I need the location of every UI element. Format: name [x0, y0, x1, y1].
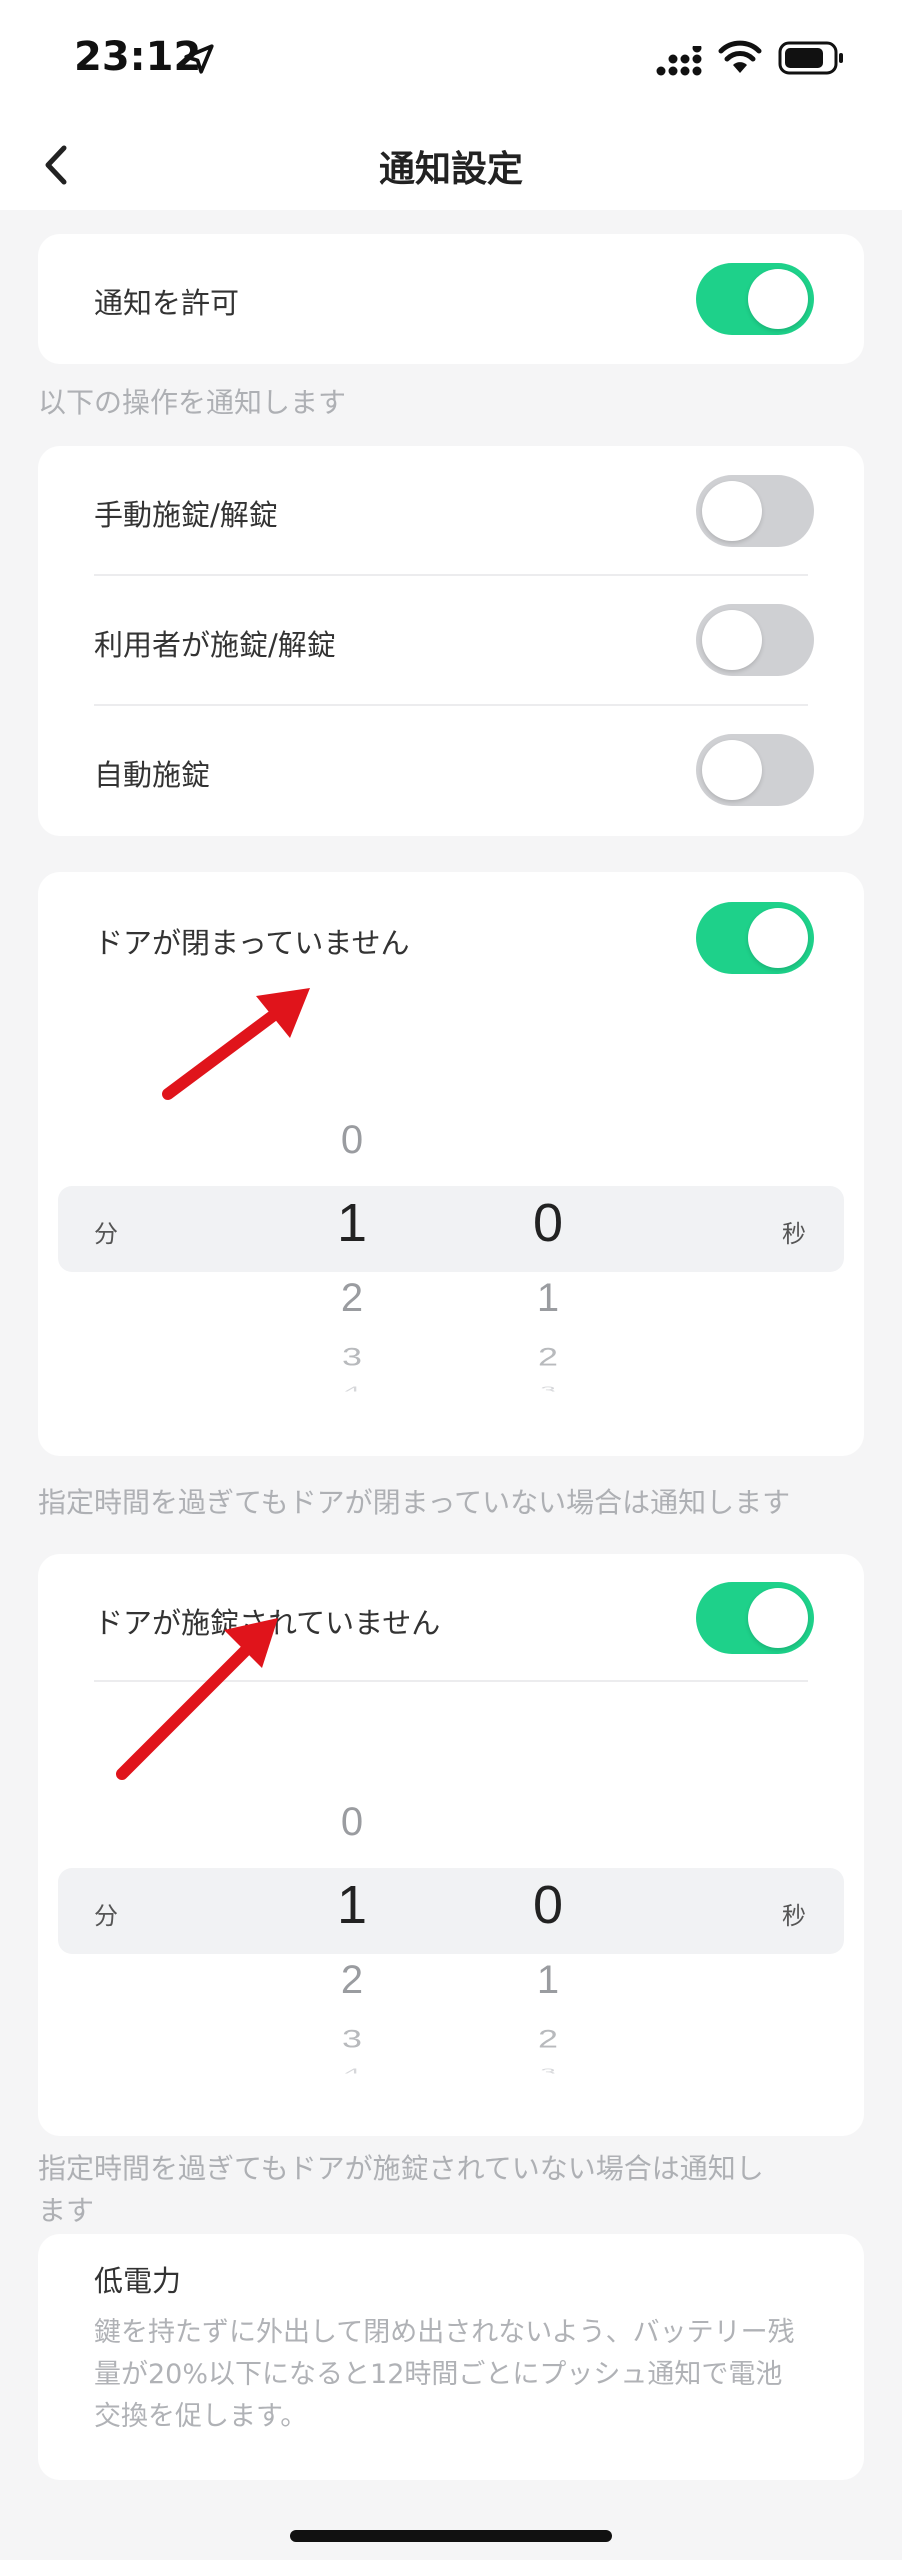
- minute-selected[interactable]: 1: [312, 1874, 392, 1936]
- second-selected[interactable]: 0: [508, 1874, 588, 1936]
- allow-notifications-label: 通知を許可: [94, 286, 240, 320]
- status-bar: 23:12: [0, 0, 902, 120]
- toggle-knob: [748, 269, 808, 329]
- second-unit-label: 秒: [782, 1902, 806, 1930]
- battery-icon: [778, 41, 843, 75]
- red-arrow-annotation-icon: [162, 988, 310, 1100]
- low-battery-card: 低電力 鍵を持たずに外出して閉め出されないよう、バッテリー残量が20%以下になる…: [38, 2234, 864, 2480]
- minute-option[interactable]: 2: [312, 1958, 392, 2003]
- time-picker-selection-band: [58, 1186, 844, 1272]
- toggle-knob: [702, 481, 762, 541]
- toggle-knob: [748, 1588, 808, 1648]
- toggle-knob: [702, 610, 762, 670]
- door-open-card: ドアが閉まっていません 分 秒 0 1 2 3 4 0 1 2 3: [38, 872, 864, 1456]
- row-divider: [94, 574, 808, 576]
- toggle-knob: [702, 740, 762, 800]
- operations-section-header: 以下の操作を通知します: [38, 386, 347, 419]
- toggle-knob: [748, 908, 808, 968]
- second-option[interactable]: 3: [508, 2067, 588, 2074]
- second-option[interactable]: 3: [508, 1385, 588, 1392]
- page-title: 通知設定: [378, 149, 523, 190]
- door-unlocked-toggle[interactable]: [696, 1582, 814, 1654]
- user-lock-label: 利用者が施錠/解錠: [94, 628, 336, 662]
- minute-option[interactable]: 0: [312, 1800, 392, 1845]
- door-open-label: ドアが閉まっていません: [94, 926, 410, 960]
- wifi-icon: [718, 40, 762, 73]
- user-lock-toggle[interactable]: [696, 604, 814, 676]
- manual-lock-toggle[interactable]: [696, 475, 814, 547]
- time-picker-selection-band: [58, 1868, 844, 1954]
- auto-lock-label: 自動施錠: [94, 758, 211, 792]
- minute-option[interactable]: 0: [312, 1118, 392, 1163]
- allow-notifications-card: 通知を許可: [38, 234, 864, 364]
- minute-option[interactable]: 4: [312, 1385, 392, 1392]
- operations-card: 手動施錠/解錠 利用者が施錠/解錠 自動施錠: [38, 446, 864, 836]
- minute-option[interactable]: 3: [312, 1342, 392, 1371]
- door-open-note: 指定時間を過ぎてもドアが閉まっていない場合は通知します: [38, 1486, 791, 1519]
- row-divider: [94, 704, 808, 706]
- minute-unit-label: 分: [94, 1220, 118, 1248]
- second-option[interactable]: 2: [508, 1342, 588, 1371]
- second-unit-label: 秒: [782, 1220, 806, 1248]
- cellular-signal-icon: [656, 46, 702, 76]
- door-unlocked-note-line-2: ます: [38, 2194, 95, 2227]
- auto-lock-toggle[interactable]: [696, 734, 814, 806]
- door-open-toggle[interactable]: [696, 902, 814, 974]
- navigation-bar: 通知設定: [0, 120, 902, 210]
- location-arrow-icon: [184, 44, 214, 74]
- minute-selected[interactable]: 1: [312, 1192, 392, 1254]
- second-option[interactable]: 2: [508, 2024, 588, 2053]
- second-option[interactable]: 1: [508, 1276, 588, 1321]
- minute-option[interactable]: 3: [312, 2024, 392, 2053]
- minute-unit-label: 分: [94, 1902, 118, 1930]
- door-unlocked-note-line-1: 指定時間を過ぎてもドアが施錠されていない場合は通知し: [38, 2152, 764, 2185]
- minute-option[interactable]: 2: [312, 1276, 392, 1321]
- red-arrow-annotation-icon: [116, 1618, 278, 1780]
- second-option[interactable]: 1: [508, 1958, 588, 2003]
- low-battery-description: 鍵を持たずに外出して閉め出されないよう、バッテリー残量が20%以下になると12時…: [94, 2317, 795, 2432]
- minute-option[interactable]: 4: [312, 2067, 392, 2074]
- home-indicator[interactable]: [290, 2530, 612, 2542]
- low-battery-title: 低電力: [94, 2264, 182, 2298]
- second-selected[interactable]: 0: [508, 1192, 588, 1254]
- manual-lock-label: 手動施錠/解錠: [94, 498, 278, 532]
- allow-notifications-toggle[interactable]: [696, 263, 814, 335]
